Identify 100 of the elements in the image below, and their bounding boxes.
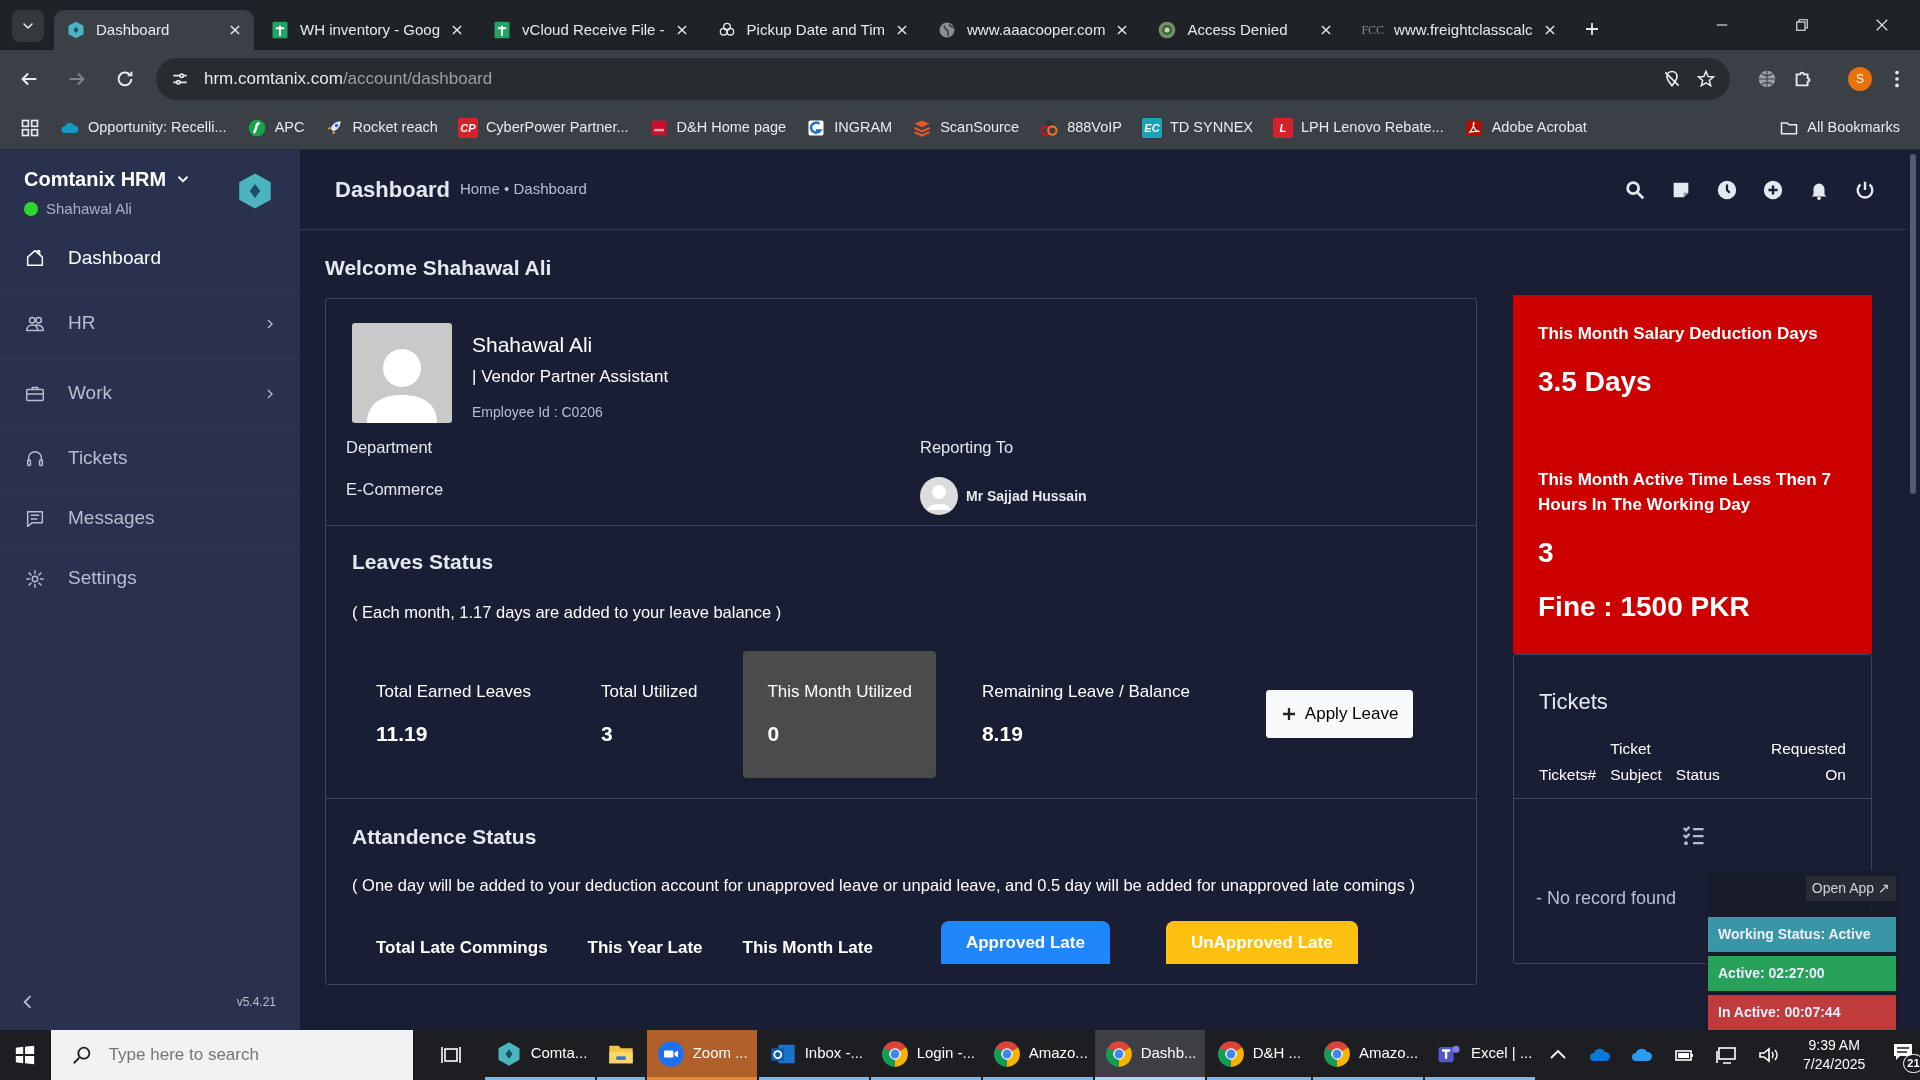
version-text: v5.4.21 — [236, 994, 276, 1011]
welcome-heading: Welcome Shahawal Ali — [325, 255, 553, 281]
bookmark-icon: EC — [1142, 118, 1162, 138]
taskbar-app[interactable]: Amazo... — [982, 1030, 1093, 1080]
taskbar-app[interactable]: Zoom ... — [646, 1030, 757, 1080]
column-header: Status — [1675, 764, 1720, 785]
windows-logo-icon — [14, 1044, 37, 1066]
close-icon[interactable] — [895, 23, 909, 37]
sidebar-item[interactable]: HR — [0, 288, 300, 358]
sidebar-item[interactable]: Tickets — [0, 428, 300, 488]
bookmark-link[interactable]: Adobe Acrobat — [1463, 117, 1587, 139]
close-icon[interactable] — [450, 23, 465, 37]
bookmark-star-icon[interactable] — [1696, 68, 1716, 89]
taskbar-app[interactable]: Amazo... — [1313, 1030, 1423, 1080]
tracker-status: In Active: 00:07:44 — [1708, 995, 1896, 1030]
settings-icon — [24, 567, 46, 590]
employee-role: | Vendor Partner Assistant — [472, 366, 669, 388]
bookmark-link[interactable]: 888VoIP — [1039, 117, 1122, 139]
browser-tab[interactable]: www.aaacooper.com — [925, 10, 1142, 50]
column-header: Tickets# — [1539, 764, 1597, 785]
stat-value: 8.19 — [981, 721, 1024, 747]
taskbar-app[interactable]: Inbox -... — [758, 1030, 869, 1080]
close-icon[interactable] — [228, 23, 242, 37]
bookmark-link[interactable]: ScanSource — [912, 117, 1020, 139]
tracker-status: Working Status: Active — [1708, 917, 1896, 952]
stat-value: 0 — [767, 721, 781, 747]
stat-label: This Month Late — [742, 936, 873, 959]
field-label: Department — [346, 436, 434, 458]
tab-list-button[interactable] — [12, 10, 44, 42]
power-icon[interactable] — [1854, 179, 1876, 202]
search-icon[interactable] — [1624, 179, 1646, 202]
breadcrumb-text: Home • Dashboard — [459, 179, 587, 200]
browser-tab[interactable]: Dashboard — [54, 10, 254, 50]
location-off-icon[interactable] — [1662, 68, 1682, 89]
browser-icon — [1104, 1039, 1133, 1068]
logo-icon — [806, 118, 827, 138]
tracker-status: Active: 02:27:00 — [1708, 956, 1896, 991]
taskbar-app[interactable]: Login -... — [870, 1030, 981, 1080]
browser-tab[interactable]: FCC www.freightclasscalc — [1349, 10, 1569, 50]
stat-value: 3 — [601, 721, 614, 747]
late-filter-button[interactable]: Approved Late — [940, 920, 1110, 964]
bookmark-link[interactable]: CP CyberPower Partner... — [457, 117, 629, 139]
bookmark-link[interactable]: INGRAM — [806, 117, 893, 139]
video-camera-icon — [656, 1039, 685, 1068]
browser-icon — [1323, 1039, 1351, 1068]
browser-icon — [1216, 1039, 1245, 1068]
browser-tab[interactable]: Pickup Date and Tim — [704, 10, 921, 50]
home-icon — [24, 247, 46, 269]
notification-count: 21 — [1903, 1054, 1920, 1073]
globe-icon — [937, 20, 957, 40]
clock-icon[interactable] — [1716, 179, 1738, 202]
stack-icon — [912, 118, 933, 138]
browser-tab[interactable]: Access Denied — [1145, 10, 1346, 50]
browser-icon — [880, 1039, 909, 1068]
spreadsheet-icon — [492, 20, 513, 40]
bookmark-link[interactable]: L LPH Lenovo Rebate... — [1273, 117, 1444, 139]
bookmark-folder[interactable]: All Bookmarks — [1779, 117, 1900, 139]
user-name: Shahawal Ali — [46, 199, 132, 219]
close-icon[interactable] — [1319, 23, 1334, 37]
open-app-button[interactable]: Open App ↗ — [1805, 876, 1896, 901]
sidebar-item[interactable]: Settings — [0, 548, 300, 608]
taskbar-app[interactable]: Comta... — [484, 1030, 595, 1080]
restore-icon[interactable] — [1793, 16, 1811, 34]
sidebar-item[interactable]: Messages — [0, 488, 300, 548]
stat-label: Total Late Commings — [376, 936, 548, 959]
sidebar-item[interactable]: Dashboard — [0, 228, 300, 288]
apps-grid-icon[interactable] — [20, 118, 40, 138]
address-bar[interactable]: hrm.comtanix.com/account/dashboard — [156, 57, 1730, 100]
taskbar-app[interactable]: D&H ... — [1206, 1030, 1311, 1080]
browser-icon — [992, 1039, 1021, 1068]
fine-amount: Fine : 1500 PKR — [1538, 589, 1751, 624]
close-icon[interactable] — [1542, 23, 1557, 37]
bookmark-link[interactable]: EC TD SYNNEX — [1142, 117, 1253, 139]
brand-dropdown[interactable]: Comtanix HRM — [24, 164, 193, 194]
bookmark-icon: L — [1273, 118, 1293, 138]
search-field[interactable]: Type here to search — [50, 1030, 413, 1080]
close-icon[interactable] — [1115, 23, 1130, 37]
bookmark-link[interactable]: APC — [246, 117, 305, 139]
deduction-label: This Month Active Time Less Then 7 Hours In The Working Day — [1538, 468, 1832, 516]
apply-leave-button[interactable]: Apply Leave — [1265, 690, 1414, 738]
manager-name: Mr Sajjad Hussain — [966, 486, 1087, 506]
bookmark-link[interactable]: D&H Home page — [648, 117, 787, 139]
swoosh-icon — [246, 118, 267, 138]
bookmark-link[interactable]: Opportunity: Recelli... — [60, 117, 227, 139]
bookmark-link[interactable]: Rocket reach — [324, 117, 438, 139]
stat-label: This Year Late — [587, 936, 703, 959]
add-icon[interactable] — [1762, 179, 1784, 202]
spreadsheet-icon — [270, 20, 290, 40]
deduction-value: 3 — [1538, 535, 1555, 570]
browser-tab[interactable]: vCloud Receive File - — [480, 10, 701, 50]
sidebar-item[interactable]: Work — [0, 358, 300, 428]
field-value: E-Commerce — [346, 479, 445, 501]
clock-text[interactable]: 9:39 AM 7/24/2025 — [1803, 1036, 1866, 1074]
close-icon[interactable] — [674, 23, 689, 37]
browser-tab[interactable]: WH inventory - Goog — [258, 10, 477, 50]
section-title: Leaves Status — [352, 549, 495, 576]
page-title: Dashboard — [335, 176, 450, 204]
taskbar-app[interactable]: Excel | ... — [1425, 1030, 1535, 1080]
field-label: Reporting To — [920, 436, 1015, 458]
taskbar-app[interactable]: Dashb... — [1094, 1030, 1205, 1080]
